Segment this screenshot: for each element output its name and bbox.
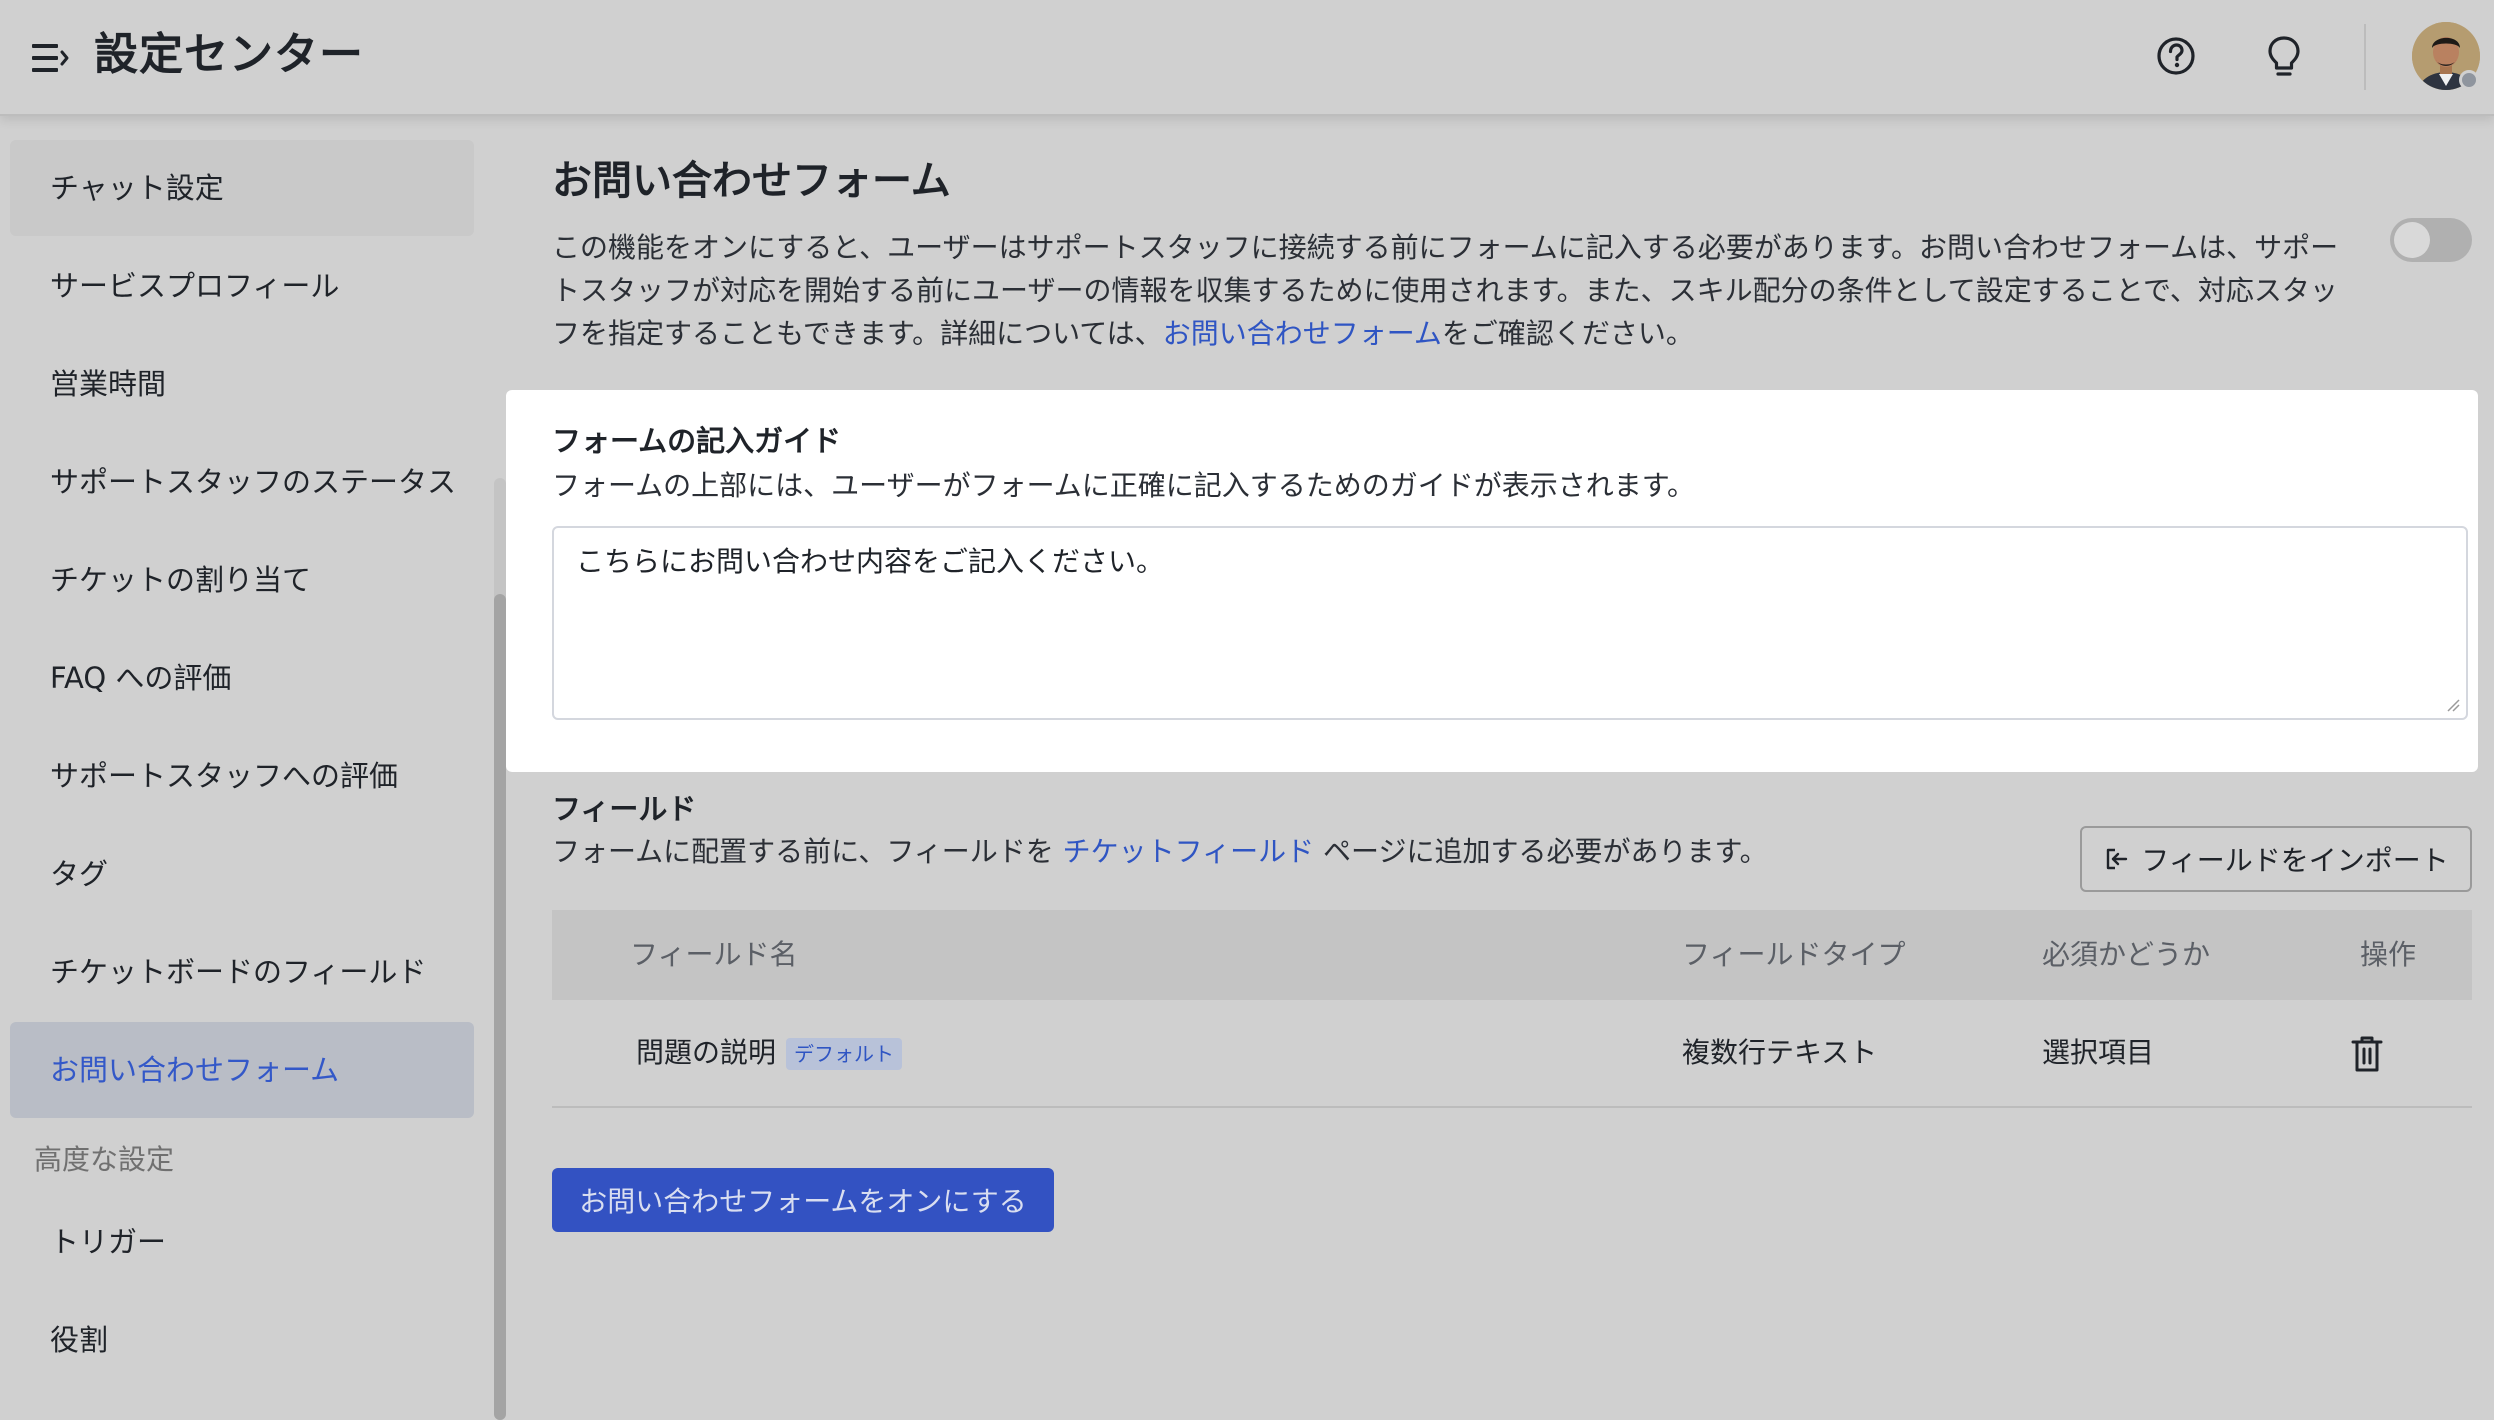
table-row: 問題の説明 デフォルト 複数行テキスト 選択項目 [552,1000,2472,1108]
sidebar-item-business-hours[interactable]: 営業時間 [10,336,474,432]
sidebar-item-staff-rating[interactable]: サポートスタッフへの評価 [10,728,474,824]
fields-section-description: フォームに配置する前に、フィールドを チケットフィールド ページに追加する必要が… [552,830,1768,870]
field-name: 問題の説明 [636,1036,777,1069]
table-header: フィールド名 フィールドタイプ 必須かどうか 操作 [552,910,2472,1000]
contact-form-toggle[interactable] [2390,218,2472,262]
presence-status-dot [2459,70,2479,90]
fields-sub-prefix: フォームに配置する前に、フィールドを [552,835,1063,868]
sidebar-scrollbar-thumb[interactable] [494,594,506,1420]
col-header-field-name: フィールド名 [630,938,798,971]
field-required-cell: 選択項目 [2042,1036,2155,1069]
col-header-field-type: フィールドタイプ [1682,938,1906,971]
sidebar-item-staff-status[interactable]: サポートスタッフのステータス [10,434,474,530]
guide-subtitle: フォームの上部には、ユーザーがフォームに正確に記入するためのガイドが表示されます… [552,469,1695,502]
col-header-actions: 操作 [2360,938,2417,971]
sidebar-item-contact-form[interactable]: お問い合わせフォーム [10,1022,474,1118]
import-icon [2107,848,2128,870]
fields-section-title: フィールド [552,792,697,826]
default-badge: デフォルト [786,1038,903,1070]
field-name-cell: 問題の説明 デフォルト [636,1000,903,1106]
header-divider [2364,24,2366,90]
top-header: 設定センター [0,0,2494,116]
fields-table: フィールド名 フィールドタイプ 必須かどうか 操作 問題の説明 デフォルト 複数行… [552,910,2472,1108]
app-title: 設定センター [94,29,364,80]
sidebar-item-faq-rating[interactable]: FAQ への評価 [10,630,474,726]
guide-text-value: こちらにお問い合わせ内容をご記入ください。 [576,545,1165,578]
enable-contact-form-button[interactable]: お問い合わせフォームをオンにする [552,1168,1054,1232]
import-fields-button[interactable]: フィールドをインポート [2080,826,2472,892]
sidebar-item-tags[interactable]: タグ [10,826,474,922]
fields-sub-suffix: ページに追加する必要があります。 [1314,835,1768,868]
sidebar-item-ticket-board-fields[interactable]: チケットボードのフィールド [10,924,474,1020]
sidebar-item-triggers[interactable]: トリガー [10,1194,474,1290]
sidebar-item-ticket-assignment[interactable]: チケットの割り当て [10,532,474,628]
sidebar-section-advanced: 高度な設定 [34,1143,175,1176]
sidebar-item-service-profile[interactable]: サービスプロフィール [10,238,474,334]
main-content: お問い合わせフォーム この機能をオンにすると、ユーザーはサポートスタッフに接続す… [506,118,2494,1420]
col-header-required: 必須かどうか [2042,938,2211,971]
menu-icon[interactable] [30,38,70,78]
lightbulb-icon[interactable] [2260,30,2308,82]
toggle-knob [2394,222,2430,258]
intro-suffix: をご確認ください。 [1441,317,1694,350]
contact-form-help-link[interactable]: お問い合わせフォーム [1163,317,1442,350]
ticket-fields-link[interactable]: チケットフィールド [1063,835,1314,868]
settings-app: 設定センター チャット設定 サービスプロフィール 営業時間 サポートスタッフのス… [0,0,2494,1420]
field-type-cell: 複数行テキスト [1682,1036,1878,1069]
guide-textarea[interactable]: こちらにお問い合わせ内容をご記入ください。 [552,526,2468,720]
trash-icon[interactable] [2348,1034,2386,1074]
sidebar-item-chat-settings[interactable]: チャット設定 [10,140,474,236]
form-guide-card: フォームの記入ガイド フォームの上部には、ユーザーがフォームに正確に記入するため… [506,390,2478,772]
guide-title: フォームの記入ガイド [552,424,842,458]
help-icon[interactable] [2152,30,2200,82]
feature-description: この機能をオンにすると、ユーザーはサポートスタッフに接続する前にフォームに記入す… [552,226,2352,355]
import-fields-label: フィールドをインポート [2141,844,2449,877]
page-title: お問い合わせフォーム [552,158,951,204]
resize-handle-icon[interactable] [2444,696,2460,712]
sidebar: チャット設定 サービスプロフィール 営業時間 サポートスタッフのステータス チケ… [0,118,500,1420]
sidebar-item-roles[interactable]: 役割 [10,1292,474,1388]
